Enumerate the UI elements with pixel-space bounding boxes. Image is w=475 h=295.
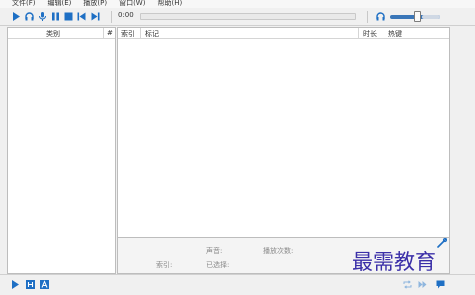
toolbar: 0:00 — [0, 8, 475, 26]
column-header-index[interactable]: 索引 — [121, 29, 135, 39]
comment-button[interactable] — [435, 279, 446, 290]
volume-button[interactable] — [375, 11, 386, 22]
right-strip — [437, 27, 475, 274]
column-divider — [103, 28, 104, 39]
play-mark-button[interactable] — [10, 279, 21, 290]
category-list-header: 类别 # — [8, 28, 115, 39]
column-header-category[interactable]: 类别 — [46, 29, 60, 39]
time-display: 0:00 — [118, 11, 134, 19]
repeat-button[interactable] — [402, 279, 413, 290]
marker-list[interactable]: 索引 标记 时长 热键 — [117, 27, 450, 237]
stop-button[interactable] — [63, 11, 74, 22]
index-label: 索引: — [156, 261, 173, 269]
headphones-icon — [25, 12, 34, 21]
bottom-bar — [0, 274, 475, 295]
menu-edit[interactable]: 编辑(E) — [48, 0, 72, 7]
menu-window[interactable]: 窗口(W) — [119, 0, 145, 7]
a-letter-icon — [40, 280, 49, 289]
previous-button[interactable] — [76, 11, 87, 22]
sound-label: 声音: — [206, 247, 223, 255]
play-icon — [12, 280, 19, 289]
menu-play[interactable]: 播放(P) — [83, 0, 107, 7]
play-icon — [13, 12, 20, 21]
play-count-label: 播放次数: — [263, 247, 294, 255]
column-divider — [140, 28, 141, 39]
h-button[interactable] — [25, 279, 36, 290]
column-header-hotkey[interactable]: 热键 — [388, 29, 402, 39]
next-button[interactable] — [90, 11, 101, 22]
record-button[interactable] — [37, 11, 48, 22]
fast-forward-icon — [418, 281, 427, 288]
menu-bar: 文件(F) 编辑(E) 播放(P) 窗口(W) 帮助(H) — [0, 0, 475, 8]
h-letter-icon — [26, 280, 35, 289]
column-header-mark[interactable]: 标记 — [145, 29, 159, 39]
seek-bar[interactable] — [140, 13, 356, 20]
stop-icon — [64, 12, 73, 21]
column-header-count[interactable]: # — [107, 29, 113, 37]
wrench-icon[interactable] — [437, 238, 447, 248]
headphones-button[interactable] — [24, 11, 35, 22]
volume-slider-remaining — [422, 15, 440, 19]
column-divider — [358, 28, 359, 39]
skip-forward-icon — [91, 12, 100, 21]
volume-slider-thumb[interactable] — [414, 11, 421, 22]
menu-help[interactable]: 帮助(H) — [157, 0, 182, 7]
category-list[interactable]: 类别 # — [7, 27, 116, 274]
column-header-duration[interactable]: 时长 — [363, 29, 377, 39]
pause-button[interactable] — [50, 11, 61, 22]
watermark-text: 最需教育 — [352, 250, 436, 274]
menu-file[interactable]: 文件(F) — [12, 0, 36, 7]
microphone-icon — [39, 12, 46, 21]
selected-label: 已选择: — [206, 261, 230, 269]
forward-button[interactable] — [417, 279, 428, 290]
repeat-icon — [403, 280, 412, 289]
play-button[interactable] — [11, 11, 22, 22]
pause-icon — [52, 12, 59, 21]
toolbar-separator — [367, 11, 368, 23]
toolbar-separator — [111, 11, 112, 23]
headphones-icon — [376, 12, 385, 21]
speech-bubble-icon — [436, 280, 445, 289]
skip-back-icon — [77, 12, 86, 21]
a-button[interactable] — [39, 279, 50, 290]
marker-list-header: 索引 标记 时长 热键 — [118, 28, 449, 39]
